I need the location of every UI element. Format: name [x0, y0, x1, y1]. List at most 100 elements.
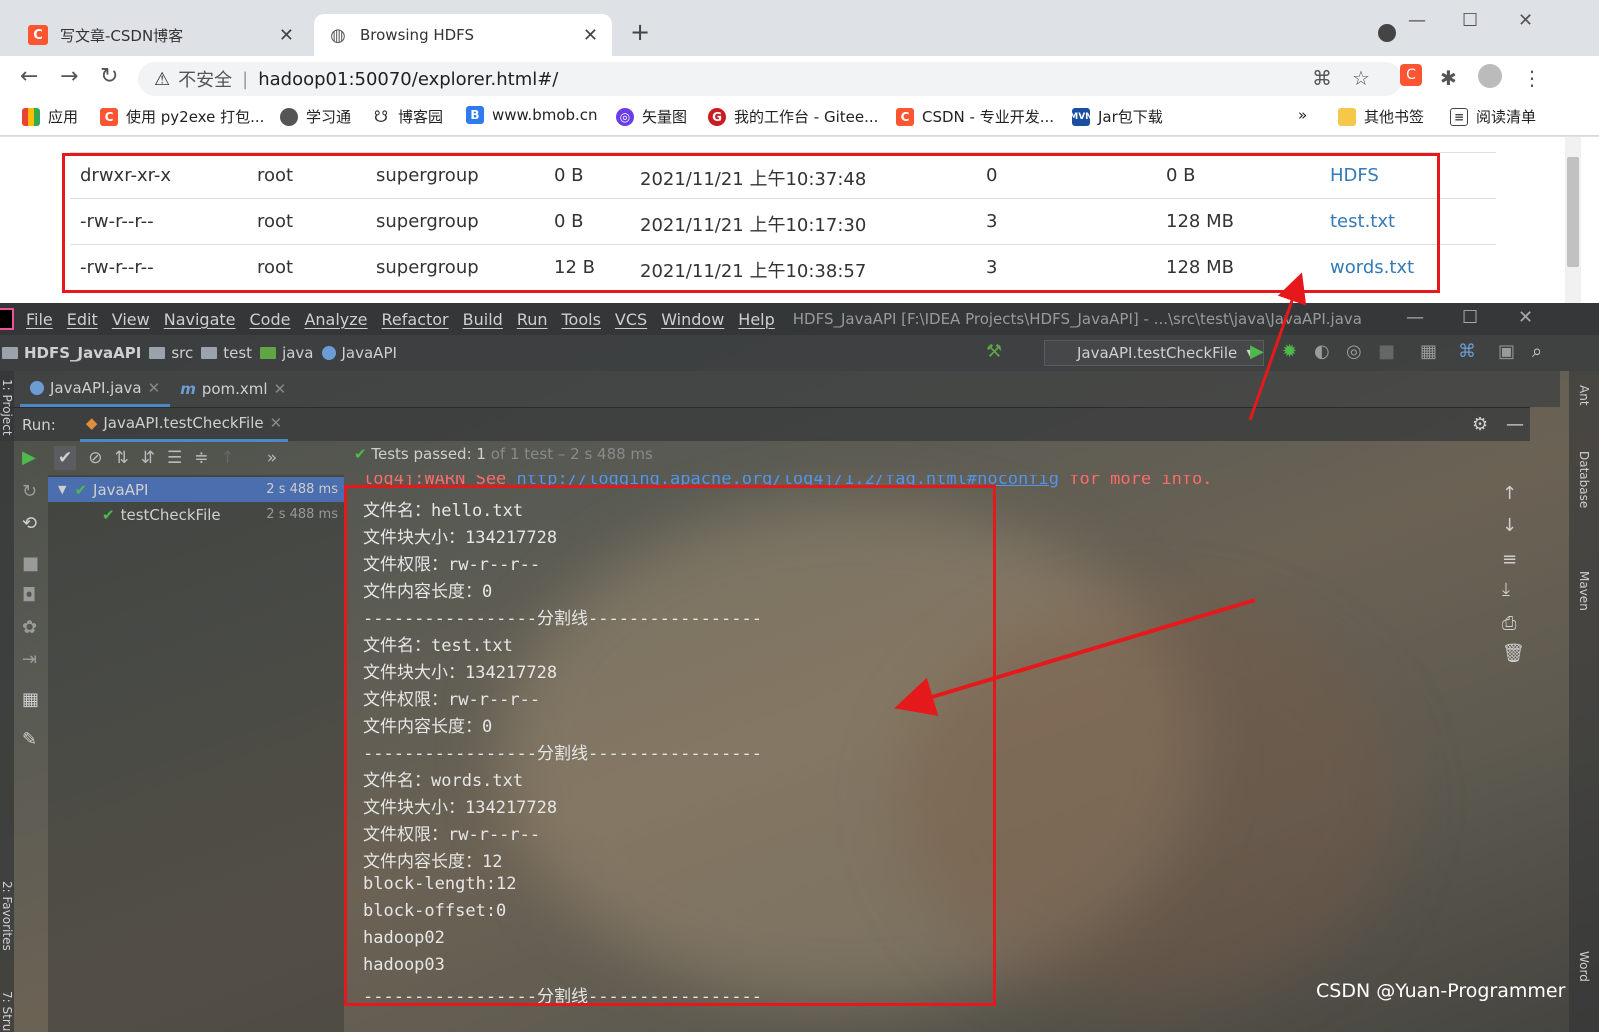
new-tab-icon[interactable]: +	[630, 18, 650, 46]
print-icon[interactable]: ⎙	[1502, 613, 1516, 634]
bookmark-csdn[interactable]: C CSDN - 专业开发...	[896, 106, 1054, 127]
reload-icon[interactable]: ↻	[100, 64, 118, 89]
address-bar[interactable]: ⚠ 不安全 | hadoop01:50070/explorer.html#/	[138, 62, 1402, 96]
coverage-icon[interactable]: ◐	[1314, 341, 1330, 362]
download-icon[interactable]	[1378, 24, 1396, 42]
bookmark-bmob[interactable]: B www.bmob.cn	[466, 106, 598, 124]
favorites-tool-button[interactable]: 2: Favorites	[0, 881, 14, 951]
camera-icon[interactable]: ◘	[22, 585, 36, 606]
previous-icon[interactable]: ↑	[221, 448, 235, 468]
bookmark-cnblogs[interactable]: ☋ 博客园	[372, 106, 443, 127]
hide-icon[interactable]: —	[1506, 414, 1524, 435]
project-tool-button[interactable]: 1: Project	[0, 379, 14, 436]
structure-tool-button[interactable]: 7: Structure	[0, 991, 14, 1032]
bookmark-star-icon[interactable]: ☆	[1352, 66, 1370, 90]
database-tool-button[interactable]: Database	[1577, 451, 1591, 508]
close-window-icon[interactable]: ✕	[1518, 10, 1533, 31]
more-icon[interactable]: »	[267, 448, 277, 468]
run-tab[interactable]: ◆ JavaAPI.testCheckFile ✕	[79, 408, 289, 442]
close-tab-icon[interactable]: ✕	[279, 25, 294, 46]
scroll-up-icon[interactable]: ↑	[1502, 483, 1517, 504]
maximize-icon[interactable]: ☐	[1462, 307, 1478, 328]
tree-node-javaapi[interactable]: ▼ ✔ JavaAPI 2 s 488 ms	[48, 477, 344, 502]
trash-icon[interactable]: 🗑	[1502, 643, 1525, 664]
sort-alpha-icon[interactable]: ⇅	[115, 448, 129, 468]
exit-icon[interactable]: ⇥	[22, 649, 37, 670]
browser-tab-csdn[interactable]: C 写文章-CSDN博客 ✕	[14, 14, 308, 56]
browser-tab-hdfs[interactable]: ◍ Browsing HDFS ✕	[314, 14, 612, 56]
extensions-icon[interactable]: ✱	[1440, 66, 1457, 90]
breadcrumb-test[interactable]: test	[201, 344, 252, 362]
page-scrollbar-thumb[interactable]	[1567, 157, 1579, 267]
toggle-autotest-icon[interactable]: ⟲	[22, 513, 37, 534]
maven-tool-button[interactable]: Maven	[1577, 571, 1591, 611]
menu-item[interactable]: View	[112, 310, 150, 329]
minimize-icon[interactable]: —	[1408, 10, 1426, 31]
menu-item[interactable]: File	[26, 310, 53, 329]
other-bookmarks[interactable]: 其他书签	[1338, 106, 1424, 127]
maximize-icon[interactable]: ☐	[1462, 10, 1478, 31]
menu-item[interactable]: Navigate	[164, 310, 236, 329]
show-passed-icon[interactable]: ✔	[54, 446, 77, 470]
breadcrumb-java[interactable]: java	[260, 344, 314, 362]
menu-item[interactable]: Help	[738, 310, 774, 329]
menu-item[interactable]: VCS	[615, 310, 647, 329]
menu-item[interactable]: Tools	[562, 310, 601, 329]
menu-item[interactable]: Window	[661, 310, 724, 329]
reading-list[interactable]: ≡ 阅读清单	[1450, 106, 1536, 127]
menu-icon[interactable]: ⋮	[1522, 66, 1542, 90]
breadcrumb-project[interactable]: HDFS_JavaAPI	[2, 344, 141, 362]
tree-node-testcheckfile[interactable]: ✔ testCheckFile 2 s 488 ms	[48, 502, 344, 527]
rerun-failed-icon[interactable]: ↻	[22, 481, 37, 502]
close-tab-icon[interactable]: ✕	[274, 380, 287, 398]
stop-icon[interactable]: ■	[22, 553, 39, 574]
bookmark-jar[interactable]: MVN Jar包下载	[1069, 106, 1163, 127]
sort-duration-icon[interactable]: ⇵	[141, 448, 155, 468]
menu-item[interactable]: Build	[463, 310, 503, 329]
breadcrumb-src[interactable]: src	[149, 344, 193, 362]
back-icon[interactable]: ←	[20, 64, 38, 89]
expand-all-icon[interactable]: ☰	[167, 448, 182, 468]
close-window-icon[interactable]: ✕	[1518, 307, 1533, 328]
menu-item[interactable]: Code	[250, 310, 291, 329]
settings-icon[interactable]: ✿	[22, 617, 37, 638]
bookmark-xuexitong[interactable]: 学习通	[280, 106, 351, 127]
search-icon[interactable]: ⌕	[1532, 341, 1542, 362]
pin-icon[interactable]: ✎	[22, 729, 37, 750]
close-tab-icon[interactable]: ✕	[148, 379, 161, 397]
menu-item[interactable]: Edit	[67, 310, 98, 329]
menu-item[interactable]: Run	[517, 310, 548, 329]
scroll-to-end-icon[interactable]: ⤓	[1502, 579, 1510, 600]
word-tool-button[interactable]: Word	[1577, 951, 1591, 982]
run-icon[interactable]: ▶	[1250, 341, 1264, 362]
tab-javaapi-java[interactable]: JavaAPI.java ✕	[20, 371, 171, 407]
close-tab-icon[interactable]: ✕	[583, 25, 598, 46]
collapse-all-icon[interactable]: ≑	[194, 448, 208, 468]
minimize-icon[interactable]: —	[1406, 307, 1424, 328]
breadcrumb-class[interactable]: JavaAPI	[321, 344, 397, 362]
ant-tool-button[interactable]: Ant	[1577, 385, 1591, 406]
profile-icon[interactable]: ◎	[1346, 341, 1362, 362]
bookmark-py2exe[interactable]: C 使用 py2exe 打包...	[100, 106, 264, 127]
tab-pom-xml[interactable]: m pom.xml ✕	[170, 371, 296, 407]
gear-icon[interactable]: ⚙	[1472, 414, 1488, 435]
bookmark-apps[interactable]: 应用	[22, 106, 78, 127]
debug-icon[interactable]: ✹	[1282, 341, 1297, 362]
menu-item[interactable]: Analyze	[304, 310, 367, 329]
scroll-down-icon[interactable]: ↓	[1502, 515, 1517, 536]
soft-wrap-icon[interactable]: ≡	[1502, 549, 1517, 570]
terminal-icon[interactable]: ▣	[1498, 341, 1515, 362]
show-ignored-icon[interactable]: ⊘	[88, 448, 102, 468]
bookmark-iconfont[interactable]: ◎ 矢量图	[616, 106, 687, 127]
run-configuration-select[interactable]: JavaAPI.testCheckFile ▼	[1044, 340, 1264, 366]
profile-icon[interactable]	[1478, 64, 1502, 88]
translate-icon[interactable]: ⌘	[1458, 341, 1476, 362]
bookmark-gitee[interactable]: G 我的工作台 - Gitee...	[708, 106, 878, 127]
csdn-extension-icon[interactable]: C	[1400, 64, 1422, 86]
project-structure-icon[interactable]: ▦	[1420, 341, 1437, 362]
menu-item[interactable]: Refactor	[382, 310, 449, 329]
forward-icon[interactable]: →	[60, 64, 78, 89]
bookmark-overflow[interactable]: »	[1298, 106, 1307, 124]
translate-icon[interactable]: ⌘	[1312, 66, 1332, 90]
build-hammer-icon[interactable]: ⚒	[986, 341, 1002, 362]
